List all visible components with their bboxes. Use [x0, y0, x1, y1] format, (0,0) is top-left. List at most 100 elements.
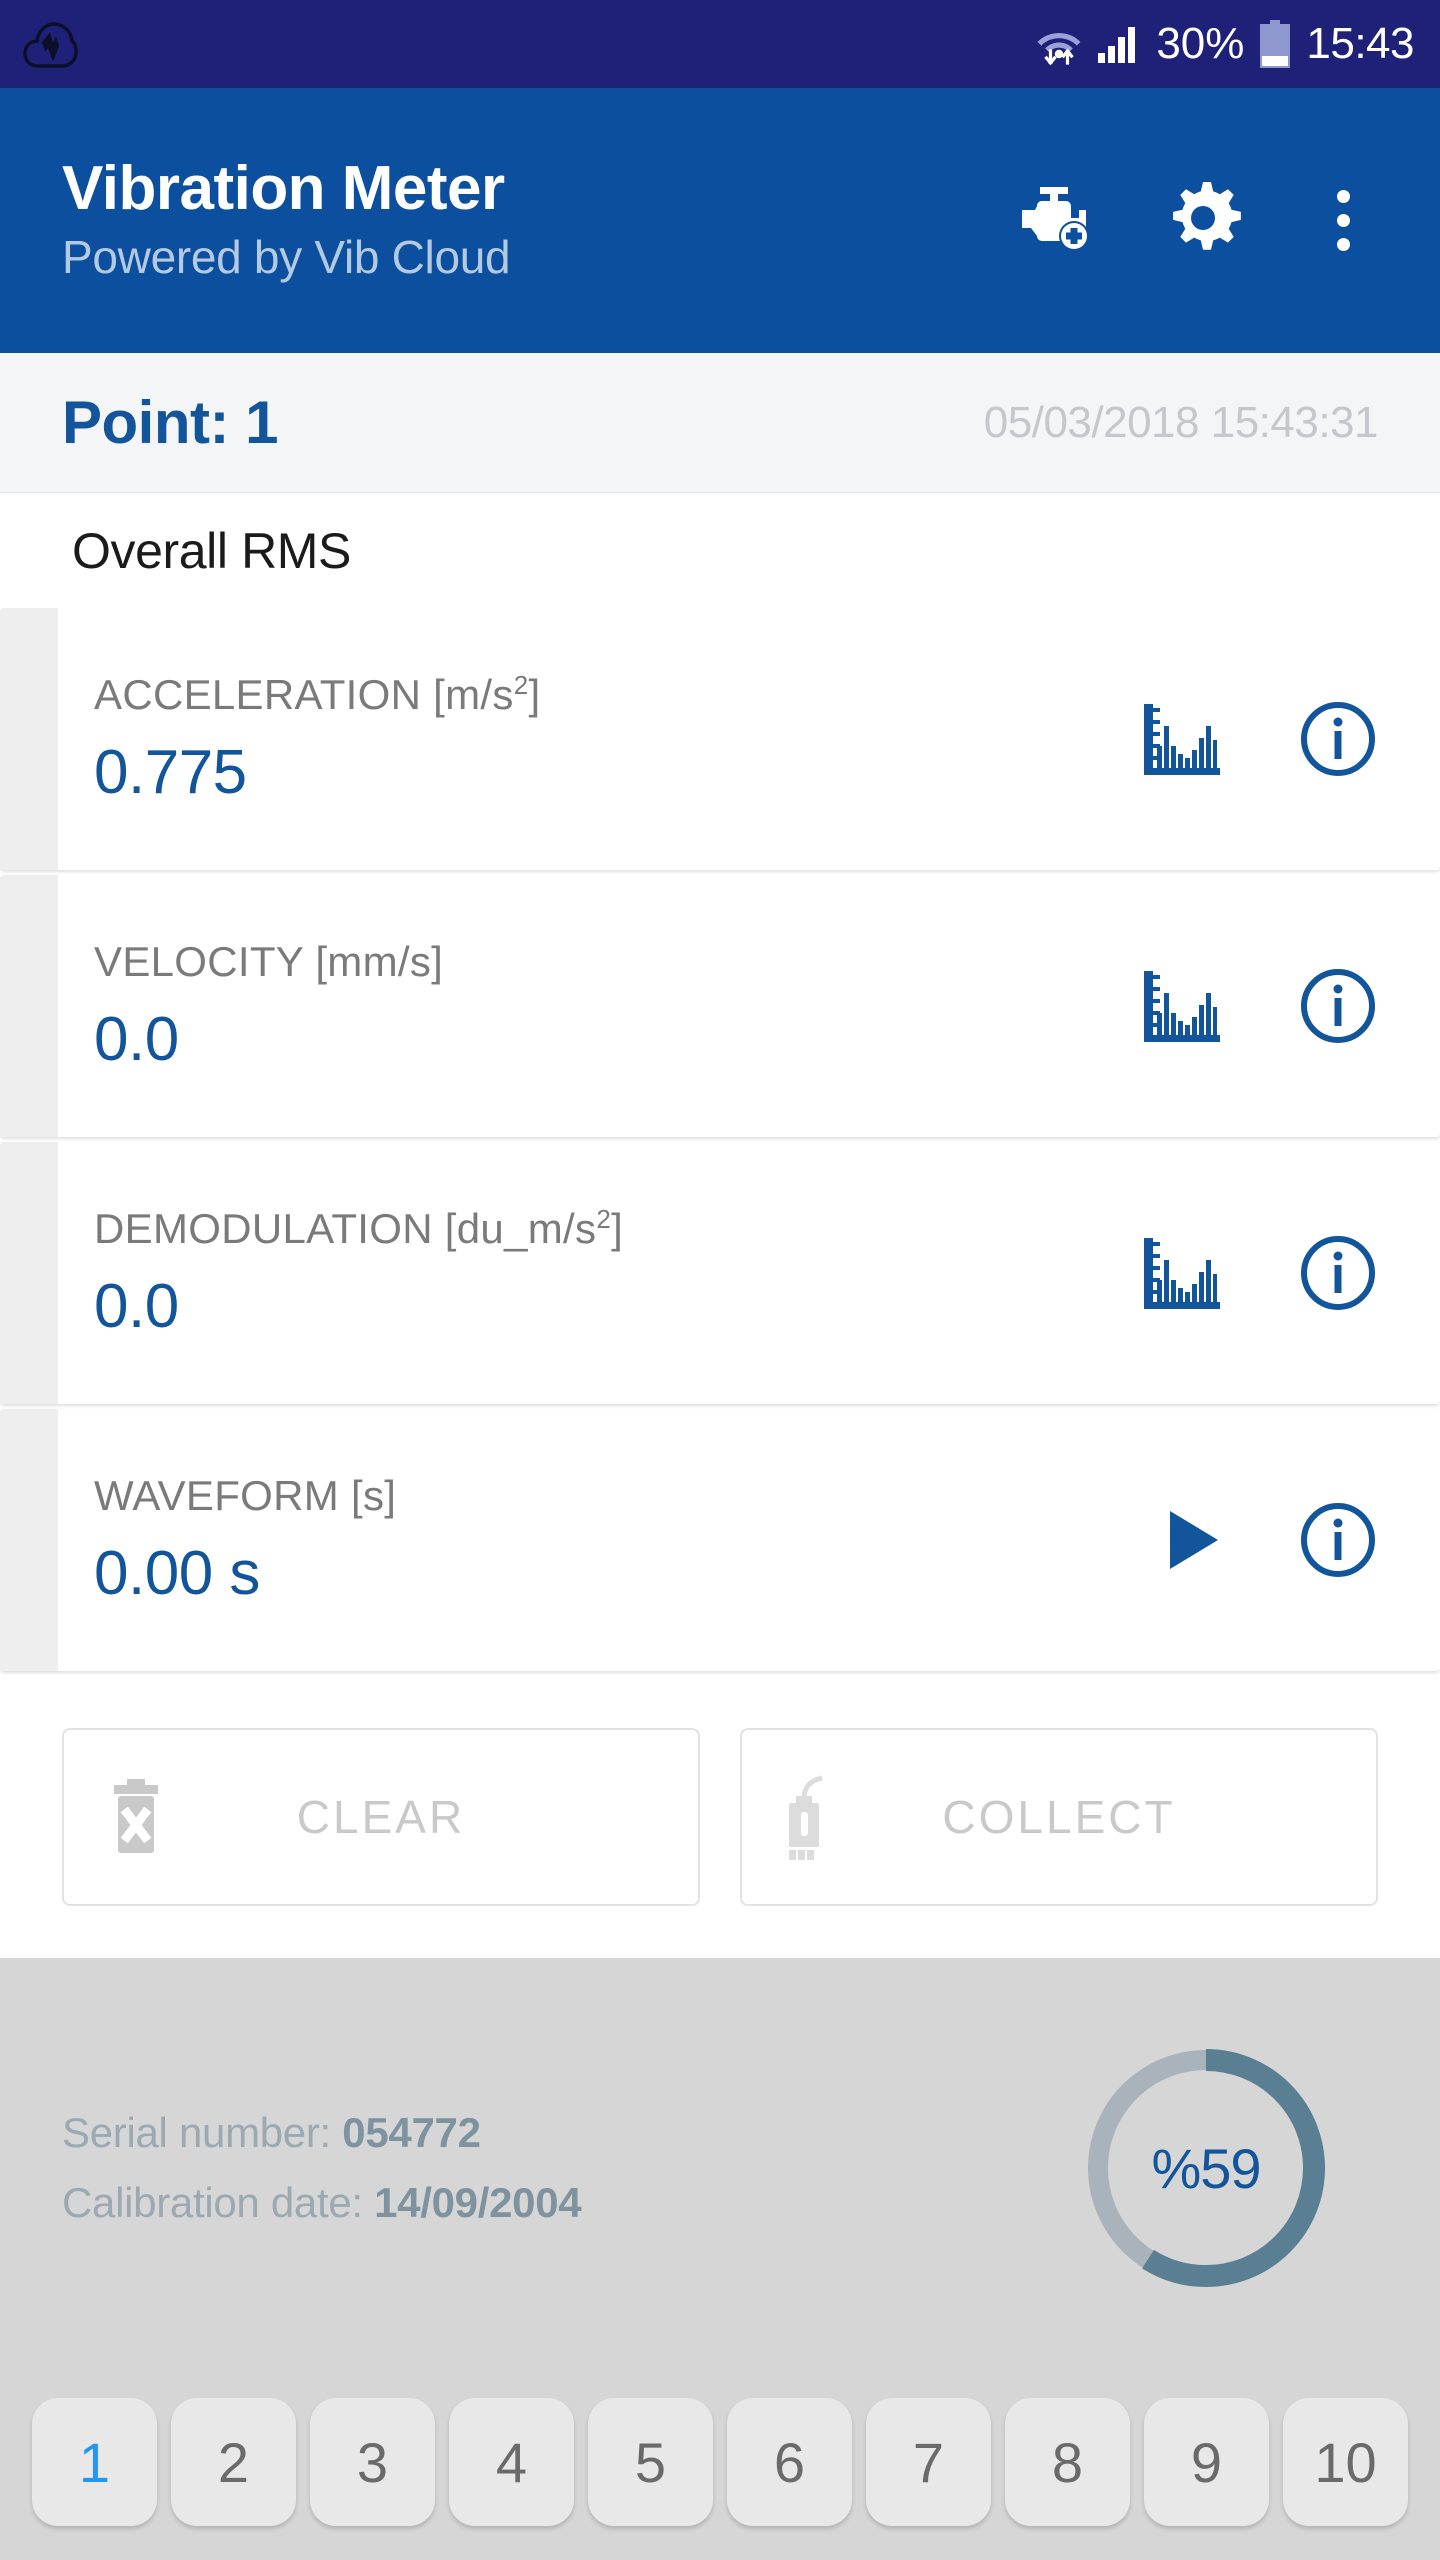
row-body: ACCELERATION [m/s2] 0.775: [58, 608, 1440, 870]
app-bar: Vibration Meter Powered by Vib Cloud: [0, 88, 1440, 353]
measurement-value: 0.0: [94, 1005, 179, 1074]
page-button-label: 4: [495, 2430, 528, 2494]
page-button-5[interactable]: 5: [588, 2398, 713, 2526]
point-label: Point: 1: [62, 389, 279, 456]
clock-label: 15:43: [1306, 19, 1414, 68]
info-icon[interactable]: [1298, 1500, 1378, 1580]
row-body: VELOCITY [mm/s] 0.0: [58, 875, 1440, 1137]
row-texts: ACCELERATION [m/s2] 0.775: [94, 671, 541, 807]
row-body: DEMODULATION [du_m/s2] 0.0: [58, 1142, 1440, 1404]
app-subtitle: Powered by Vib Cloud: [62, 231, 511, 284]
app-screen: 30% 15:43 Vibration Meter Powered by Vib…: [0, 0, 1440, 2560]
add-machine-button[interactable]: [1022, 180, 1104, 262]
row-icons: [1140, 966, 1378, 1046]
overflow-menu-icon: [1336, 190, 1350, 251]
gauge-percent-label: %59: [1151, 2136, 1261, 2200]
trash-delete-icon: [108, 1779, 164, 1855]
page-button-4[interactable]: 4: [449, 2398, 574, 2526]
app-bar-titles: Vibration Meter Powered by Vib Cloud: [62, 153, 511, 286]
status-bar: 30% 15:43: [0, 0, 1440, 88]
page-button-3[interactable]: 3: [310, 2398, 435, 2526]
page-button-1[interactable]: 1: [32, 2398, 157, 2526]
page-button-label: 5: [634, 2430, 667, 2494]
settings-gear-icon: [1165, 180, 1241, 261]
page-button-label: 8: [1051, 2430, 1084, 2494]
page-button-7[interactable]: 7: [866, 2398, 991, 2526]
measurement-value: 0.00 s: [94, 1539, 260, 1608]
measurement-label: ACCELERATION [m/s2]: [94, 671, 541, 718]
sensor-probe-icon: [786, 1774, 844, 1860]
row-strip: [0, 608, 58, 870]
spectrum-chart-icon[interactable]: [1140, 702, 1224, 776]
play-icon[interactable]: [1162, 1505, 1224, 1575]
clear-button[interactable]: CLEAR: [62, 1728, 700, 1906]
row-texts: VELOCITY [mm/s] 0.0: [94, 941, 443, 1071]
spectrum-chart-icon[interactable]: [1140, 1236, 1224, 1310]
measurement-row-demodulation[interactable]: DEMODULATION [du_m/s2] 0.0: [0, 1142, 1440, 1404]
section-heading-label: Overall RMS: [72, 522, 351, 579]
serial-number-label: Serial number:: [62, 2109, 343, 2156]
serial-number-value: 054772: [342, 2109, 481, 2156]
measurement-label-tail: ]: [528, 671, 541, 718]
row-icons: [1140, 1233, 1378, 1313]
settings-button[interactable]: [1162, 180, 1244, 262]
info-icon[interactable]: [1298, 966, 1378, 1046]
row-strip: [0, 1142, 58, 1404]
row-texts: DEMODULATION [du_m/s2] 0.0: [94, 1205, 623, 1341]
measurement-row-waveform[interactable]: WAVEFORM [s] 0.00 s: [0, 1409, 1440, 1671]
page-button-label: 6: [773, 2430, 806, 2494]
page-button-9[interactable]: 9: [1144, 2398, 1269, 2526]
measurement-label-text: DEMODULATION [du_m/s: [94, 1205, 597, 1252]
section-heading: Overall RMS: [0, 493, 1440, 608]
measurement-value: 0.0: [94, 1272, 179, 1341]
device-info: Serial number: 054772 Calibration date: …: [0, 1958, 1440, 2294]
measurement-label: VELOCITY [mm/s]: [94, 941, 443, 983]
measurement-row-acceleration[interactable]: ACCELERATION [m/s2] 0.775: [0, 608, 1440, 870]
point-pager: 1 2 3 4 5 6 7 8 9 10: [0, 2398, 1440, 2560]
serial-number-row: Serial number: 054772: [62, 2109, 581, 2157]
measurement-timestamp: 05/03/2018 15:43:31: [983, 397, 1379, 447]
calibration-date-label: Calibration date:: [62, 2179, 375, 2226]
page-button-label: 2: [217, 2430, 250, 2494]
info-icon[interactable]: [1298, 1233, 1378, 1313]
page-button-2[interactable]: 2: [171, 2398, 296, 2526]
wifi-icon: [1036, 21, 1082, 67]
collect-button-label: COLLECT: [942, 1791, 1176, 1843]
page-button-10[interactable]: 10: [1283, 2398, 1408, 2526]
app-title: Vibration Meter: [62, 153, 505, 223]
row-icons: [1162, 1500, 1378, 1580]
page-button-label: 7: [912, 2430, 945, 2494]
calibration-date-value: 14/09/2004: [374, 2179, 582, 2226]
battery-gauge: %59: [1080, 2042, 1332, 2294]
page-button-8[interactable]: 8: [1005, 2398, 1130, 2526]
row-texts: WAVEFORM [s] 0.00 s: [94, 1475, 396, 1605]
status-bar-left: [22, 18, 78, 70]
page-button-label: 3: [356, 2430, 389, 2494]
battery-percent-label: 30%: [1156, 19, 1245, 68]
row-icons: [1140, 699, 1378, 779]
add-machine-icon: [1022, 183, 1104, 258]
measurement-label-text: ACCELERATION [m/s: [94, 671, 514, 718]
collect-button[interactable]: COLLECT: [740, 1728, 1378, 1906]
info-icon[interactable]: [1298, 699, 1378, 779]
measurement-label-text: WAVEFORM [s]: [94, 1472, 397, 1519]
status-bar-right: 30% 15:43: [1036, 19, 1414, 69]
measurement-value: 0.775: [94, 738, 247, 807]
measurement-label: DEMODULATION [du_m/s2]: [94, 1205, 623, 1252]
row-strip: [0, 1409, 58, 1671]
app-bar-actions: [1022, 180, 1394, 262]
measurement-label-sup: 2: [596, 1204, 612, 1234]
page-button-label: 9: [1190, 2430, 1223, 2494]
measurement-label-sup: 2: [513, 670, 529, 700]
cloud-logo-icon: [22, 18, 78, 70]
spectrum-chart-icon[interactable]: [1140, 969, 1224, 1043]
measurement-row-velocity[interactable]: VELOCITY [mm/s] 0.0: [0, 875, 1440, 1137]
overflow-menu-button[interactable]: [1302, 180, 1384, 262]
battery-icon: [1258, 20, 1292, 68]
measurement-label: WAVEFORM [s]: [94, 1475, 396, 1517]
page-button-6[interactable]: 6: [727, 2398, 852, 2526]
action-button-bar: CLEAR COLLECT: [0, 1676, 1440, 1958]
page-button-label: 1: [78, 2430, 111, 2494]
measurement-list: ACCELERATION [m/s2] 0.775 VELOCITY [mm/s…: [0, 608, 1440, 1676]
calibration-date-row: Calibration date: 14/09/2004: [62, 2179, 582, 2227]
